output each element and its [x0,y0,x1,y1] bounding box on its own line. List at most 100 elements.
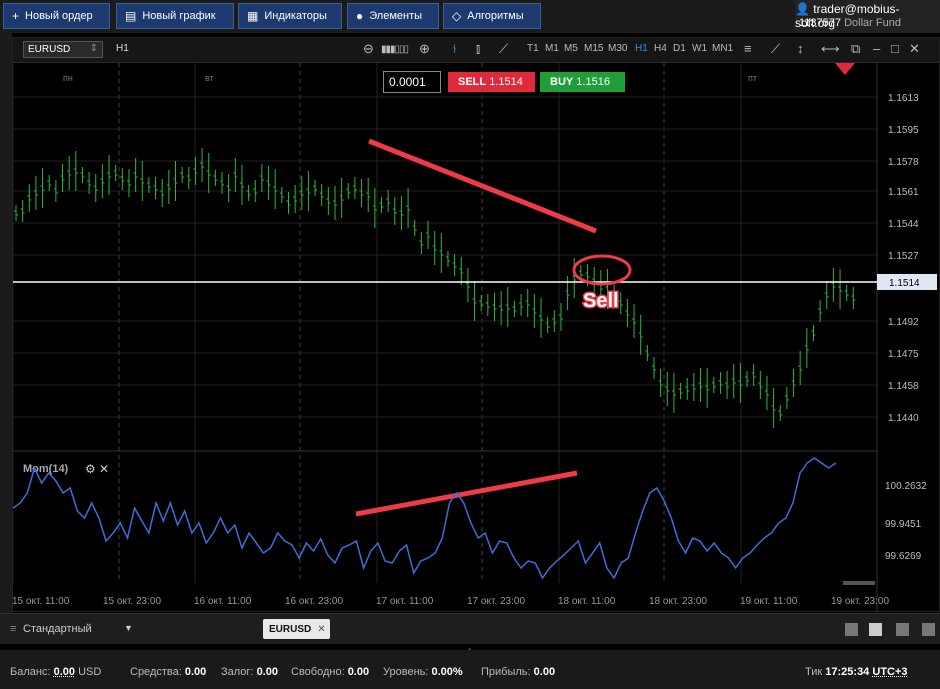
workspace-select[interactable]: Стандартный [23,623,92,635]
clock: 17:25:34 [825,666,870,678]
maximize-icon[interactable]: □ [891,41,899,56]
indicator-close-icon: ✕ [99,462,109,476]
time-tick-label: 17 окт. 11:00 [376,596,434,607]
chevron-down-icon[interactable]: ▼ [124,623,133,633]
indicator-settings-icon: ⚙ [85,462,96,476]
zoom-in-icon[interactable]: ⊕ [419,41,430,57]
time-tick-label: 19 окт. 11:00 [740,596,798,607]
tab-eurusd[interactable]: EURUSD ✕ [263,619,330,639]
plus-icon: + [12,9,20,23]
close-icon[interactable]: ✕ [909,41,920,57]
elements-icon: ● [356,9,364,23]
candle-chart-icon[interactable]: ⫾ [476,41,480,57]
time-tick-label: 16 окт. 11:00 [194,596,252,607]
trendline-icon[interactable]: ⟋ [771,41,780,57]
account-fund: Dollar Fund [844,17,901,29]
layout-rows-icon[interactable] [922,623,935,636]
tab-timeframe-m15[interactable]: M15 [584,43,603,54]
algorithm-icon: ◇ [452,9,462,23]
indicator-name: Mom(14) [23,463,69,475]
indicators-icon: ▦ [247,9,259,23]
main-toolbar: + Новый ордер ▤ Новый график ▦ Индикаторы ●… [0,0,940,33]
horizontal-line-icon[interactable]: ⟷ [821,41,840,57]
price-chart[interactable]: 1.1613 1.1595 1.1578 1.1561 1.1544 1.1527 1.14… [13,63,939,611]
account-panel[interactable]: 👤 trader@mobius-soft.org 1137577 Dollar … [795,0,940,33]
funds-value: 0.00 [184,666,207,678]
tab-timeframe-t1[interactable]: T1 [527,43,539,54]
chart-icon: ▤ [125,9,137,23]
left-panel-toggle[interactable] [0,33,12,613]
zoom-slider[interactable]: ▮▮▮▯▯▯ [381,44,409,55]
new-chart-button[interactable]: ▤ Новый график [116,3,234,29]
free-value: 0.00 [347,666,370,678]
circle-drawing [572,254,632,286]
zoom-out-icon[interactable]: ⊖ [363,41,374,57]
scroll-marker [835,63,855,75]
status-bar: Баланс: 0.00 USD Средства: 0.00 Залог: 0… [0,650,940,689]
tab-timeframe-m5[interactable]: M5 [564,43,578,54]
bar-chart-icon[interactable]: ⫮ [453,41,456,57]
time-tick-label: 15 окт. 11:00 [13,596,70,607]
momentum-trendline-drawing [355,470,578,517]
tab-timeframe-d1[interactable]: D1 [673,43,686,54]
timeframe-label: H1 [116,43,129,54]
horizontal-scrollbar [843,581,875,585]
layout-columns-icon[interactable] [896,623,909,636]
time-tick-label: 18 окт. 23:00 [649,596,707,607]
price-tick-label: 1.1578 [888,157,919,168]
tab-timeframe-mn1[interactable]: MN1 [712,43,733,54]
account-id: 1137577 [799,17,842,29]
buy-button[interactable]: BUY 1.1516 [540,72,625,92]
price-tick-label: 1.1595 [888,125,919,136]
new-order-button[interactable]: + Новый ордер [3,3,110,29]
sell-button[interactable]: SELL 1.1514 [448,72,535,92]
layout-single-icon[interactable] [845,623,858,636]
tab-timeframe-h4[interactable]: H4 [654,43,667,54]
timezone-select[interactable]: UTC+3 [872,666,907,678]
price-tick-label: 1.1544 [888,219,919,230]
price-tick-label: 1.1527 [888,251,919,262]
layout-grid-icon[interactable] [869,623,882,636]
margin-value: 0.00 [256,666,278,678]
line-chart-icon[interactable]: ⟋ [499,41,508,57]
price-tick-label: 1.1458 [888,381,919,392]
balance-value: 0.00 [53,666,75,678]
price-tick-label: 1.1440 [888,413,919,424]
lot-step-input[interactable]: 0.0001 [383,71,441,93]
time-tick-label: 19 окт. 23:00 [831,596,889,607]
close-tab-icon[interactable]: ✕ [317,624,325,635]
momentum-line [13,457,837,580]
sell-annotation: Sell [583,290,619,312]
symbol-select[interactable]: EURUSD ⇕ [23,41,103,58]
day-label: вт [205,73,214,83]
user-icon: 👤 [795,2,810,16]
chart-toolbar: EURUSD ⇕ H1 ⊖ ▮▮▮▯▯▯ ⊕ ⫮ ⫾ ⟋ T1 M1 M5 M15 M30… [13,38,939,63]
tab-timeframe-m1[interactable]: M1 [545,43,559,54]
popout-icon[interactable]: ⧉ [851,41,860,57]
menu-icon: ≡ [10,623,17,635]
workspace-bar: ≡ Стандартный ▼ EURUSD ✕ [0,613,940,644]
current-price-label: 1.1514 [889,278,920,289]
price-tick-label: 1.1492 [888,317,919,328]
indicators-button[interactable]: ▦ Индикаторы [238,3,342,29]
spinner-icon: ⇕ [89,43,98,54]
momentum-tick-label: 99.9451 [885,519,922,530]
momentum-tick-label: 100.2632 [885,481,927,492]
elements-button[interactable]: ● Элементы [347,3,439,29]
level-value: 0.00% [431,666,463,678]
price-tick-label: 1.1475 [888,349,919,360]
tab-timeframe-h1[interactable]: H1 [635,43,648,54]
price-tick-label: 1.1613 [888,93,919,104]
algorithms-button[interactable]: ◇ Алгоритмы [443,3,541,29]
time-tick-label: 16 окт. 23:00 [285,596,343,607]
time-tick-label: 17 окт. 23:00 [467,596,525,607]
indicator-settings-icon[interactable]: ≡ [744,41,752,56]
profit-value: 0.00 [533,666,556,678]
vertical-line-icon[interactable]: ↕ [797,41,804,56]
time-tick-label: 18 окт. 11:00 [558,596,616,607]
time-tick-label: 15 окт. 23:00 [103,596,161,607]
tab-timeframe-m30[interactable]: M30 [608,43,627,54]
minimize-icon[interactable]: – [873,41,880,56]
day-label: пт [748,73,757,83]
tab-timeframe-w1[interactable]: W1 [692,43,707,54]
